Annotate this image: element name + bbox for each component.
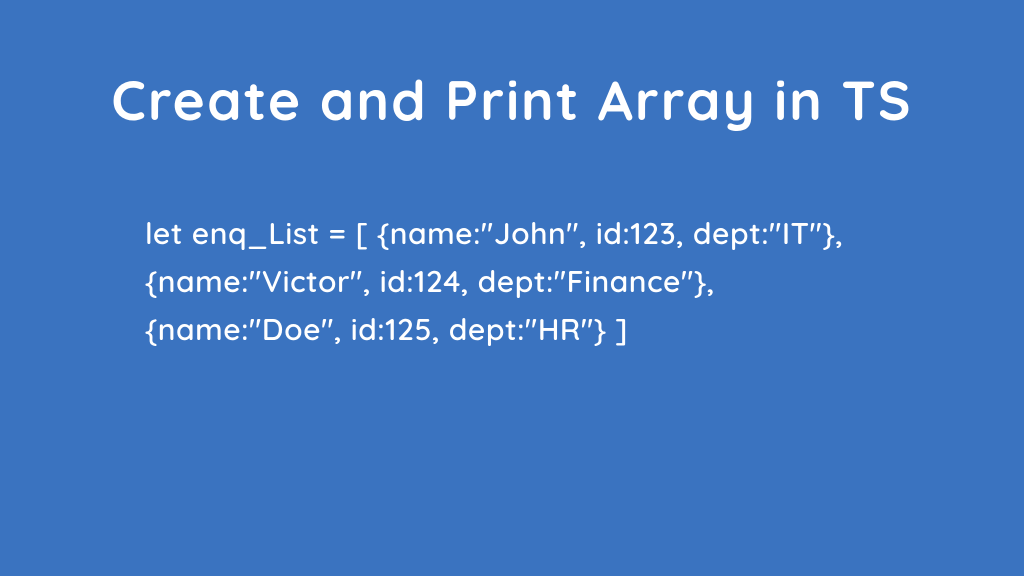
code-snippet: let enq_List = [ {name:"John", id:123, d…	[70, 209, 954, 353]
page-title: Create and Print Array in TS	[70, 65, 954, 134]
